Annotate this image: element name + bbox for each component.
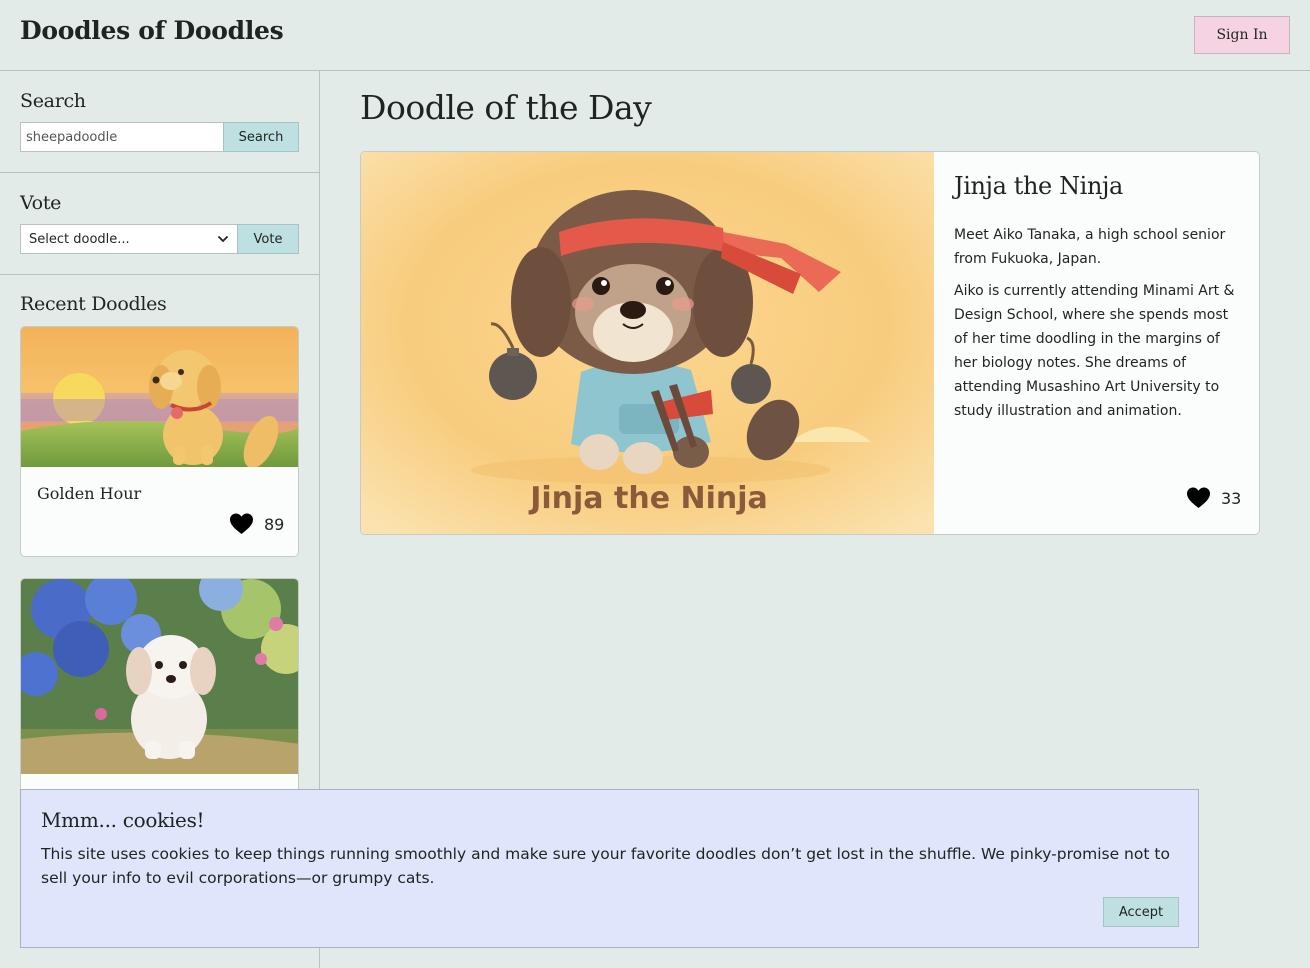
site-header: Doodles of Doodles Sign In [0, 0, 1310, 71]
featured-doodle-image[interactable]: Jinja the Ninja [361, 152, 934, 535]
vote-button[interactable]: Vote [237, 224, 299, 254]
like-count-value: 89 [264, 514, 285, 534]
cookie-banner-text: This site uses cookies to keep things ru… [41, 845, 1170, 887]
recent-doodle-title[interactable]: Golden Hour [37, 484, 141, 503]
accept-cookies-button[interactable]: Accept [1103, 897, 1179, 927]
featured-description-body: Aiko is currently attending Minami Art &… [954, 283, 1235, 419]
page-title: Doodle of the Day [360, 88, 652, 127]
search-input[interactable] [20, 122, 224, 152]
vote-select-value: Select doodle... [29, 231, 130, 247]
site-title[interactable]: Doodles of Doodles [20, 16, 284, 45]
search-heading: Search [20, 90, 86, 112]
golden-puppy-image[interactable] [21, 327, 299, 467]
sign-in-button[interactable]: Sign In [1194, 16, 1290, 54]
white-puppy-image[interactable] [21, 579, 299, 774]
featured-like-count[interactable]: 33 [1186, 487, 1241, 509]
search-section: Search Search [0, 71, 319, 173]
featured-doodle-title: Jinja the Ninja [954, 172, 1123, 200]
like-count[interactable]: 89 [229, 513, 284, 535]
vote-select[interactable]: Select doodle... [20, 224, 238, 254]
heart-icon[interactable] [1186, 487, 1211, 509]
cookie-banner-title: Mmm... cookies! [41, 808, 205, 832]
recent-doodle-card[interactable] [20, 578, 299, 818]
vote-heading: Vote [20, 192, 62, 214]
cookie-banner: Mmm... cookies! This site uses cookies t… [20, 789, 1199, 948]
featured-description-intro: Meet Aiko Tanaka, a high school senior f… [954, 227, 1226, 267]
recent-doodles-heading: Recent Doodles [20, 293, 167, 315]
recent-doodle-card[interactable]: Golden Hour 89 [20, 326, 299, 557]
heart-icon[interactable] [229, 513, 254, 535]
chevron-down-icon [217, 235, 229, 243]
featured-like-count-value: 33 [1221, 488, 1242, 508]
featured-doodle-card: Jinja the Ninja Jinja the Ninja Meet Aik… [360, 151, 1260, 535]
search-button[interactable]: Search [223, 122, 299, 152]
featured-image-caption: Jinja the Ninja [528, 481, 768, 516]
